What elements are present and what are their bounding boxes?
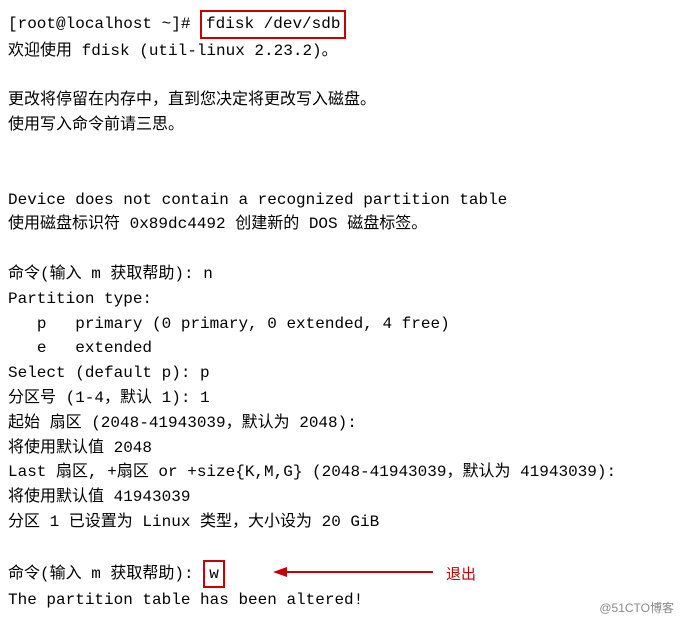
prompt-prefix: [root@localhost ~]#: [8, 15, 200, 33]
watermark: @51CTO博客: [599, 599, 674, 618]
cmd-w-prefix: 命令(输入 m 获取帮助):: [8, 565, 203, 583]
blank-line: [8, 535, 674, 560]
terminal-line: e extended: [8, 336, 674, 361]
terminal-line: The partition table has been altered!: [8, 588, 674, 613]
terminal-line: 命令(输入 m 获取帮助): n: [8, 262, 674, 287]
command-boxed: fdisk /dev/sdb: [200, 10, 346, 39]
terminal-line: 将使用默认值 41943039: [8, 485, 674, 510]
terminal-line: 命令(输入 m 获取帮助): w: [8, 560, 674, 589]
blank-line: [8, 64, 674, 89]
blank-line: [8, 138, 674, 163]
terminal-line: 分区 1 已设置为 Linux 类型，大小设为 20 GiB: [8, 510, 674, 535]
terminal-line: 起始 扇区 (2048-41943039，默认为 2048):: [8, 411, 674, 436]
terminal-line: 欢迎使用 fdisk (util-linux 2.23.2)。: [8, 39, 674, 64]
terminal-line: Select (default p): p: [8, 361, 674, 386]
blank-line: [8, 237, 674, 262]
terminal-line: 更改将停留在内存中，直到您决定将更改写入磁盘。: [8, 88, 674, 113]
prompt-line: [root@localhost ~]# fdisk /dev/sdb: [8, 10, 674, 39]
terminal-line: 使用磁盘标识符 0x89dc4492 创建新的 DOS 磁盘标签。: [8, 212, 674, 237]
terminal-line: p primary (0 primary, 0 extended, 4 free…: [8, 312, 674, 337]
annotated-line-container: 命令(输入 m 获取帮助): w 退出: [8, 560, 674, 589]
terminal-line: Partition type:: [8, 287, 674, 312]
terminal-line: Last 扇区, +扇区 or +size{K,M,G} (2048-41943…: [8, 460, 674, 485]
terminal-line: 将使用默认值 2048: [8, 436, 674, 461]
terminal-line: 使用写入命令前请三思。: [8, 113, 674, 138]
terminal-line: Device does not contain a recognized par…: [8, 188, 674, 213]
exit-annotation: 退出: [446, 563, 476, 586]
blank-line: [8, 163, 674, 188]
cmd-w-boxed: w: [203, 560, 225, 589]
terminal-line: 分区号 (1-4，默认 1): 1: [8, 386, 674, 411]
